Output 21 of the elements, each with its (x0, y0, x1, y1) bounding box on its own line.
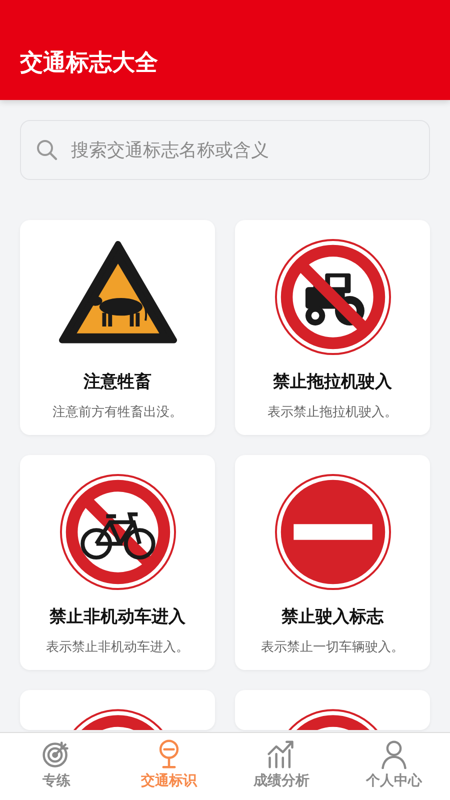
sign-card[interactable]: 禁止拖拉机驶入 表示禁止拖拉机驶入。 (235, 220, 430, 435)
search-icon (35, 138, 59, 162)
search-field[interactable]: 搜索交通标志名称或含义 (20, 120, 430, 180)
sign-description: 表示禁止一切车辆驶入。 (261, 639, 404, 656)
sign-card[interactable]: 禁止非机动车进入 表示禁止非机动车进入。 (20, 455, 215, 670)
chart-icon[interactable] (266, 739, 296, 769)
sign-card[interactable] (20, 690, 215, 730)
sign-name: 禁止驶入标志 (282, 606, 384, 628)
person-icon[interactable] (378, 739, 409, 769)
sign-description: 注意前方有牲畜出没。 (52, 404, 182, 421)
search-input[interactable]: 搜索交通标志名称或含义 (69, 138, 415, 162)
target-icon[interactable] (41, 739, 72, 769)
sign-name: 注意牲畜 (84, 371, 152, 393)
page-title: 交通标志大全 (20, 49, 158, 78)
sign-description: 表示禁止非机动车进入。 (46, 639, 189, 656)
sign-name: 禁止非机动车进入 (50, 606, 186, 628)
sign-name: 禁止拖拉机驶入 (273, 371, 392, 393)
sign-card[interactable] (235, 690, 430, 730)
sign-card[interactable]: 禁止驶入标志 表示禁止一切车辆驶入。 (235, 455, 430, 670)
sign-description: 表示禁止拖拉机驶入。 (268, 404, 398, 421)
sign-card[interactable]: 注意牲畜 注意前方有牲畜出没。 (20, 220, 215, 435)
